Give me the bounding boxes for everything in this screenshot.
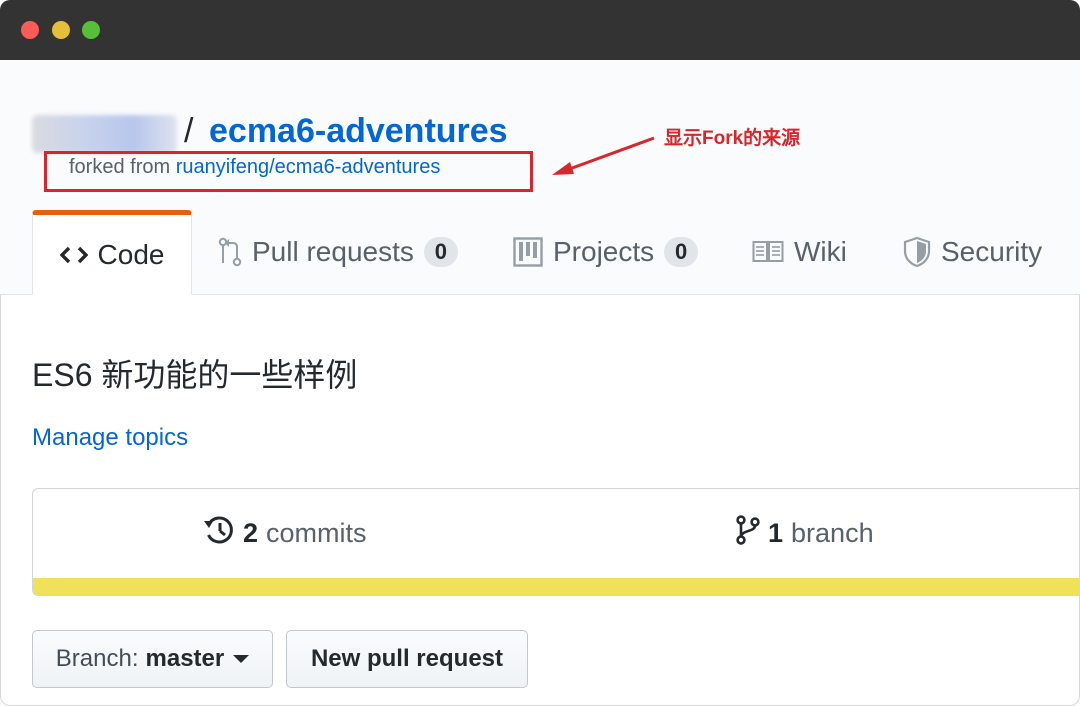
tab-projects[interactable]: Projects 0 xyxy=(513,210,699,294)
close-window-button[interactable] xyxy=(21,21,39,39)
repo-header: / ecma6-adventures forked from ruanyifen… xyxy=(0,60,1080,295)
commits-label: commits xyxy=(266,518,367,548)
shield-icon xyxy=(903,236,931,268)
owner-name-blurred[interactable] xyxy=(32,115,177,153)
history-icon xyxy=(203,515,235,552)
pull-requests-counter: 0 xyxy=(423,237,458,267)
branch-label: branch xyxy=(791,518,874,548)
browser-window: / ecma6-adventures forked from ruanyifen… xyxy=(0,0,1080,706)
repo-name-link[interactable]: ecma6-adventures xyxy=(209,112,508,151)
page-content: / ecma6-adventures forked from ruanyifen… xyxy=(0,60,1080,706)
tab-code[interactable]: Code xyxy=(32,210,192,295)
projects-counter: 0 xyxy=(664,237,699,267)
tab-security-label: Security xyxy=(941,236,1043,267)
numbers-summary: 2 commits 1 branch xyxy=(33,489,1080,579)
annotation-label: 显示Fork的来源 xyxy=(664,128,801,149)
repo-summary: 2 commits 1 branch xyxy=(32,488,1080,596)
tab-wiki[interactable]: Wiki xyxy=(752,210,847,294)
manage-topics-link[interactable]: Manage topics xyxy=(32,424,188,452)
path-separator: / xyxy=(184,112,194,150)
project-icon xyxy=(513,237,543,267)
window-titlebar xyxy=(0,0,1080,60)
repo-description: ES6 新功能的一些样例 xyxy=(32,357,358,393)
tab-security[interactable]: Security xyxy=(903,210,1042,294)
annotation-arrow-icon xyxy=(552,136,655,175)
annotation-highlight-box xyxy=(44,151,533,192)
tab-wiki-label: Wiki xyxy=(794,236,847,267)
branch-select-button[interactable]: Branch: master xyxy=(32,630,273,688)
git-branch-icon xyxy=(736,515,760,552)
branch-count: 1 xyxy=(768,518,784,548)
tab-projects-label: Projects xyxy=(553,236,655,267)
branch-stat[interactable]: 1 branch xyxy=(736,515,874,552)
tab-code-label: Code xyxy=(97,238,165,270)
pull-request-icon xyxy=(218,237,242,267)
tab-pull-requests-label: Pull requests xyxy=(252,236,414,267)
branch-select-value: master xyxy=(145,645,225,672)
maximize-window-button[interactable] xyxy=(82,21,100,39)
new-pull-request-button[interactable]: New pull request xyxy=(286,630,528,688)
book-icon xyxy=(752,240,784,264)
branch-select-label: Branch: xyxy=(55,645,139,672)
commits-stat[interactable]: 2 commits xyxy=(203,515,367,552)
chevron-down-icon xyxy=(233,655,250,663)
language-bar[interactable] xyxy=(33,578,1080,595)
tab-pull-requests[interactable]: Pull requests 0 xyxy=(218,210,458,294)
minimize-window-button[interactable] xyxy=(52,21,70,39)
commits-count: 2 xyxy=(243,518,259,548)
repo-nav-tabs: Code Pull requests 0 Projects 0 Wiki Sec… xyxy=(0,210,1080,295)
code-icon xyxy=(59,245,88,265)
